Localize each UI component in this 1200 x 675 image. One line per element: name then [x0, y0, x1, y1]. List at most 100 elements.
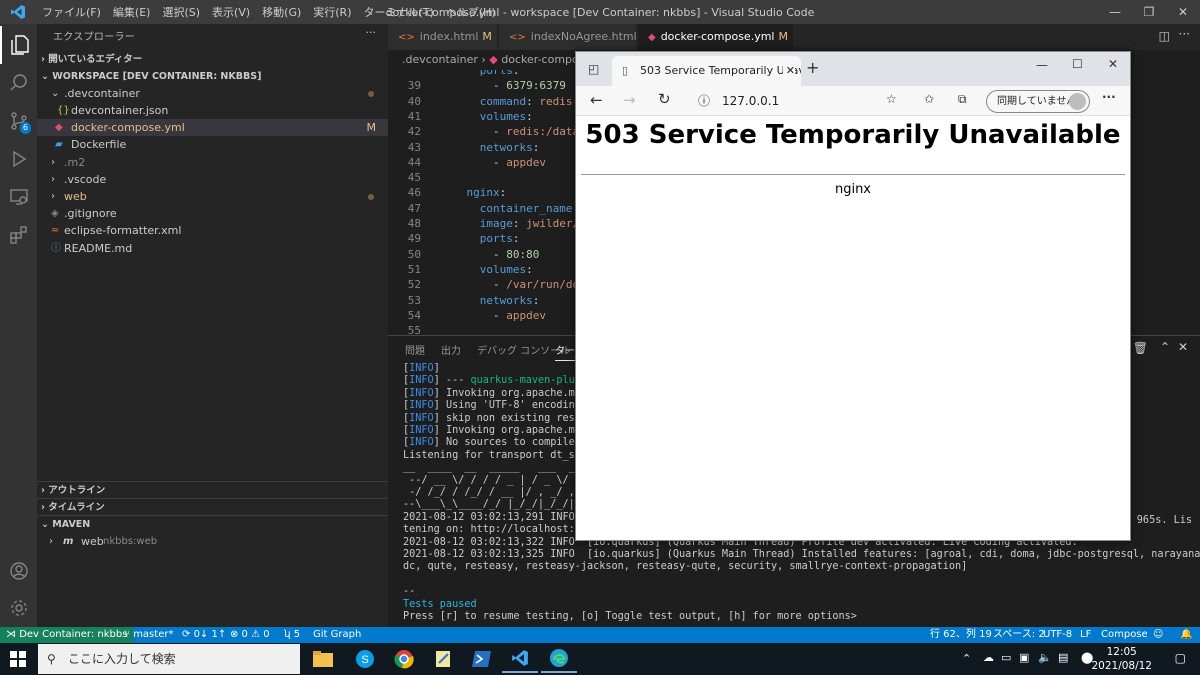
end-of-line[interactable]: LF — [1080, 627, 1091, 643]
menu-help[interactable]: ヘルプ(H) — [440, 4, 502, 20]
maven-section[interactable]: ⌄ MAVEN — [37, 515, 388, 533]
settings-gear-icon[interactable] — [0, 589, 37, 627]
forward-arrow-icon[interactable]: → — [623, 91, 636, 109]
keyboard-icon[interactable]: ▤ — [1058, 651, 1068, 664]
menu-terminal[interactable]: ターミナル(T) — [358, 4, 440, 20]
search-icon: ⚲ — [47, 652, 56, 666]
menu-file[interactable]: ファイル(F) — [36, 4, 107, 20]
tree-item-label: .m2 — [64, 156, 86, 169]
tab-index-no-agree[interactable]: <>indexNoAgree.htmlM — [499, 24, 650, 50]
favorites-icon[interactable]: ✩ — [924, 92, 934, 106]
indentation[interactable]: スペース: 2 — [993, 627, 1045, 643]
account-icon[interactable] — [0, 552, 37, 590]
edge-icon[interactable] — [541, 645, 577, 673]
browser-tab[interactable]: ▯ 503 Service Temporarily Unavaila ✕ — [612, 56, 801, 86]
notepad-app-icon[interactable] — [425, 645, 461, 673]
browser-maximize-button[interactable]: ☐ — [1072, 57, 1083, 71]
tree-item-docker-compose[interactable]: ◆ docker-compose.yml M — [37, 119, 388, 136]
search-icon[interactable] — [0, 64, 37, 102]
close-button[interactable]: ✕ — [1166, 0, 1200, 24]
chevron-right-icon: › — [41, 485, 45, 496]
taskbar-search-box[interactable]: ⚲ ここに入力して検索 — [38, 644, 300, 674]
terminal-line: Listening for transport dt_soc — [403, 449, 588, 461]
run-debug-icon[interactable] — [0, 140, 37, 178]
tab-actions-icon[interactable]: ◰ — [588, 62, 599, 76]
tray-chevron-icon[interactable]: ⌃ — [962, 652, 971, 665]
back-arrow-icon[interactable]: ← — [590, 91, 603, 109]
cursor-position[interactable]: 行 62、列 19 — [930, 627, 992, 643]
branch-indicator[interactable]: ⑂ master* — [124, 627, 173, 643]
address-bar[interactable]: ⓘ 127.0.0.1 — [686, 89, 904, 113]
tree-item-devcontainer-json[interactable]: {} devcontainer.json — [37, 102, 388, 119]
refresh-icon[interactable]: ↻ — [658, 90, 671, 108]
onedrive-icon[interactable]: ☁ — [983, 651, 994, 664]
network-icon[interactable]: ▣ — [1019, 651, 1029, 664]
volume-icon[interactable]: 🔈 — [1038, 651, 1052, 664]
tree-item-gitignore[interactable]: ◈ .gitignore — [37, 205, 388, 222]
explorer-icon[interactable] — [0, 26, 37, 64]
new-tab-button[interactable]: + — [806, 58, 819, 77]
close-panel-icon[interactable]: ✕ — [1178, 340, 1188, 354]
split-editor-icon[interactable]: ◫ — [1159, 29, 1170, 43]
outline-section[interactable]: › アウトライン — [37, 481, 388, 499]
notification-center-icon[interactable]: ▢ — [1175, 651, 1186, 665]
maven-item-web[interactable]: › m web nkbbs:web — [37, 533, 388, 550]
timeline-section[interactable]: › タイムライン — [37, 498, 388, 516]
editor-tabs: <>index.htmlM <>indexNoAgree.htmlM ◆dock… — [388, 24, 1200, 70]
breadcrumb-folder[interactable]: .devcontainer — [402, 53, 478, 66]
browser-minimize-button[interactable]: — — [1036, 58, 1048, 72]
tree-item-vscode[interactable]: › .vscode — [37, 171, 388, 188]
extensions-icon[interactable] — [0, 216, 37, 254]
collections-icon[interactable]: ⧉ — [958, 92, 967, 107]
ports-label: 5 — [293, 629, 301, 640]
sync-indicator[interactable]: ⟳ 0↓ 1↑ — [182, 627, 226, 643]
more-actions-icon[interactable]: ··· — [366, 26, 377, 39]
language-mode[interactable]: Compose — [1101, 627, 1148, 643]
problems-indicator[interactable]: ⊗ 0 ⚠ 0 — [230, 627, 270, 643]
menu-go[interactable]: 移動(G) — [256, 4, 307, 20]
sidebar-title: エクスプローラー — [53, 32, 136, 43]
add-favorite-icon[interactable]: ☆ — [886, 92, 897, 106]
powershell-icon[interactable] — [464, 645, 500, 673]
tree-item-eclipse-formatter[interactable]: ≈ eclipse-formatter.xml — [37, 222, 388, 239]
notifications-bell-icon[interactable]: 🔔 — [1180, 627, 1192, 643]
more-actions-icon[interactable]: ··· — [1179, 27, 1190, 41]
encoding[interactable]: UTF-8 — [1043, 627, 1072, 643]
menu-edit[interactable]: 編集(E) — [107, 4, 157, 20]
menu-run[interactable]: 実行(R) — [307, 4, 357, 20]
workspace-section[interactable]: ⌄ WORKSPACE [DEV CONTAINER: NKBBS] — [37, 68, 388, 86]
git-graph-button[interactable]: Git Graph — [313, 627, 361, 643]
chrome-icon[interactable] — [386, 645, 422, 673]
tab-output[interactable]: 出力 — [441, 342, 461, 357]
start-button[interactable] — [0, 643, 36, 675]
tree-item-devcontainer[interactable]: ⌄ .devcontainer — [37, 85, 388, 102]
feedback-icon[interactable]: ☺ — [1153, 627, 1163, 643]
tree-item-dockerfile[interactable]: ▰ Dockerfile — [37, 136, 388, 153]
tree-item-web[interactable]: › web — [37, 188, 388, 205]
tab-problems[interactable]: 問題 — [405, 342, 425, 357]
file-explorer-icon[interactable] — [305, 645, 341, 673]
tab-docker-compose[interactable]: ◆docker-compose.ymlM ✕ — [638, 24, 794, 70]
trash-icon[interactable]: 🗑 — [1133, 341, 1148, 355]
tree-item-readme[interactable]: ⓘ README.md — [37, 240, 388, 257]
close-tab-icon[interactable]: ✕ — [782, 56, 795, 86]
battery-icon[interactable]: ▭ — [1001, 651, 1011, 664]
browser-menu-icon[interactable]: ··· — [1102, 90, 1116, 104]
restore-button[interactable]: ❐ — [1132, 0, 1166, 24]
menu-view[interactable]: 表示(V) — [206, 4, 256, 20]
minimize-button[interactable]: — — [1098, 0, 1132, 24]
remote-indicator[interactable]: ⋊ Dev Container: nkbbs — [0, 627, 134, 643]
open-editors-section[interactable]: › 開いているエディター — [37, 51, 388, 69]
skype-icon[interactable]: S — [347, 645, 383, 673]
source-control-icon[interactable]: 6 — [0, 102, 37, 140]
menu-selection[interactable]: 選択(S) — [156, 4, 206, 20]
tree-item-m2[interactable]: › .m2 — [37, 154, 388, 171]
browser-close-button[interactable]: ✕ — [1108, 57, 1118, 71]
profile-sync-button[interactable]: 同期していません — [986, 90, 1090, 113]
vscode-taskbar-icon[interactable] — [502, 645, 538, 673]
remote-explorer-icon[interactable] — [0, 178, 37, 216]
tab-index-html[interactable]: <> index.html M — [388, 24, 498, 50]
clock[interactable]: 12:05 2021/08/12 — [1091, 645, 1152, 673]
chevron-up-icon[interactable]: ⌃ — [1160, 340, 1170, 354]
ports-indicator[interactable]: ʮ 5 — [284, 627, 300, 643]
